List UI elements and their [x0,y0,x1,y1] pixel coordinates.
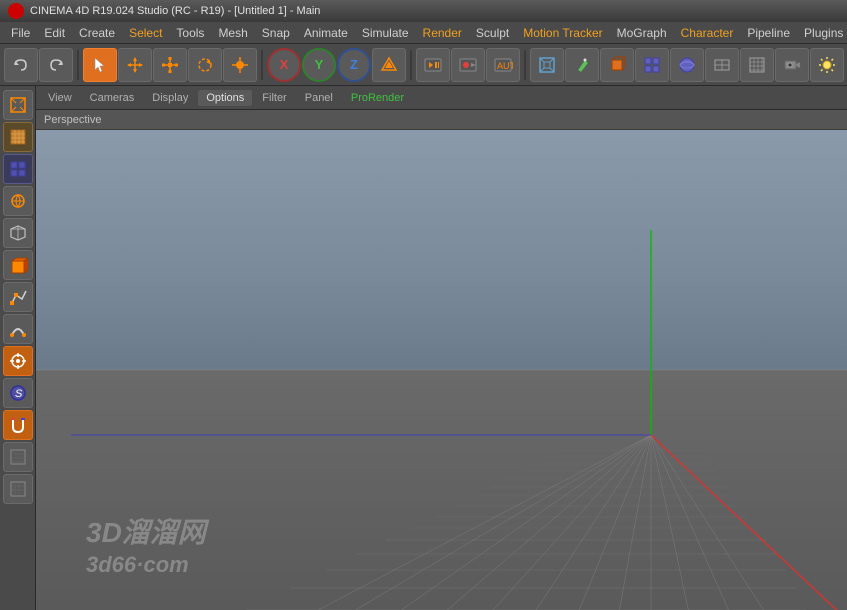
menu-snap[interactable]: Snap [255,24,297,42]
view-group [530,48,844,82]
grid-tool-button[interactable] [635,48,669,82]
viewport-3d[interactable]: 3D溜溜网 3d66·com [36,130,847,610]
viewport-container: View Cameras Display Options Filter Pane… [36,86,847,610]
menu-create[interactable]: Create [72,24,122,42]
box-tool-button[interactable] [600,48,634,82]
sep3 [410,50,412,80]
x-axis-button[interactable]: X [267,48,301,82]
sep2 [261,50,263,80]
snap-tool-button[interactable] [3,346,33,376]
rotate-tool-button[interactable] [188,48,222,82]
menu-select[interactable]: Select [122,24,169,42]
select-tool-button[interactable] [83,48,117,82]
sep4 [524,50,526,80]
perspective-label: Perspective [36,110,847,130]
title-text: CINEMA 4D R19.024 Studio (RC - R19) - [U… [30,5,320,17]
menu-sculpt[interactable]: Sculpt [469,24,516,42]
cameras-tab[interactable]: Cameras [82,90,143,106]
light-tool-button[interactable] [810,48,844,82]
title-bar: CINEMA 4D R19.024 Studio (RC - R19) - [U… [0,0,847,22]
options-tab[interactable]: Options [198,90,252,106]
flat-tool-button[interactable] [705,48,739,82]
menu-file[interactable]: File [4,24,37,42]
sep1 [77,50,79,80]
pen-tool-button[interactable] [565,48,599,82]
grid3-tool-button[interactable] [3,474,33,504]
keyframe-button[interactable] [416,48,450,82]
app-icon [8,3,24,19]
undo-button[interactable] [4,48,38,82]
svg-text:AUTO: AUTO [497,61,513,71]
redo-button[interactable] [39,48,73,82]
auto-keyframe-button[interactable]: AUTO [486,48,520,82]
menu-character[interactable]: Character [674,24,741,42]
menu-mograph[interactable]: MoGraph [610,24,674,42]
texture-mode-button[interactable] [3,122,33,152]
filter-tab[interactable]: Filter [254,90,294,106]
transform-tool-button[interactable] [223,48,257,82]
menu-bar: File Edit Create Select Tools Mesh Snap … [0,22,847,44]
world-coord-button[interactable] [372,48,406,82]
menu-render[interactable]: Render [416,24,469,42]
object-mode-button[interactable] [3,90,33,120]
y-axis-button[interactable]: Y [302,48,336,82]
display-tab[interactable]: Display [144,90,196,106]
transform-group [83,48,257,82]
texture2-tool-button[interactable] [3,442,33,472]
menu-motion-tracker[interactable]: Motion Tracker [516,24,609,42]
menu-plugins[interactable]: Plugins [797,24,847,42]
menu-mesh[interactable]: Mesh [211,24,254,42]
menu-animate[interactable]: Animate [297,24,355,42]
perspective-text: Perspective [44,114,101,126]
path-tool-button[interactable] [3,282,33,312]
viewport-toolbar: View Cameras Display Options Filter Pane… [36,86,847,110]
menu-edit[interactable]: Edit [37,24,72,42]
scale-tool-button[interactable] [153,48,187,82]
network-mode-button[interactable] [3,186,33,216]
undo-redo-group [4,48,73,82]
symbol-tool-button[interactable]: S [3,378,33,408]
prorender-tab[interactable]: ProRender [343,90,412,106]
left-sidebar: S [0,86,36,610]
magnet-tool-button[interactable] [3,410,33,440]
grid2-tool-button[interactable] [740,48,774,82]
menu-tools[interactable]: Tools [169,24,211,42]
perspective-view-button[interactable] [530,48,564,82]
grid-svg [36,130,847,610]
panel-tab[interactable]: Panel [297,90,341,106]
view-tab[interactable]: View [40,90,80,106]
axis-group: X Y Z [267,48,406,82]
main-area: S [0,86,847,610]
toolbar: X Y Z [0,44,847,86]
svg-text:S: S [15,388,23,400]
anim-group: AUTO [416,48,520,82]
bend-tool-button[interactable] [3,314,33,344]
grid-mode-button[interactable] [3,154,33,184]
sphere-tool-button[interactable] [670,48,704,82]
z-axis-button[interactable]: Z [337,48,371,82]
record-button[interactable] [451,48,485,82]
move-tool-button[interactable] [118,48,152,82]
camera-tool-button[interactable] [775,48,809,82]
box-primitive-button[interactable] [3,218,33,248]
menu-simulate[interactable]: Simulate [355,24,416,42]
cube-solid-button[interactable] [3,250,33,280]
menu-pipeline[interactable]: Pipeline [740,24,797,42]
